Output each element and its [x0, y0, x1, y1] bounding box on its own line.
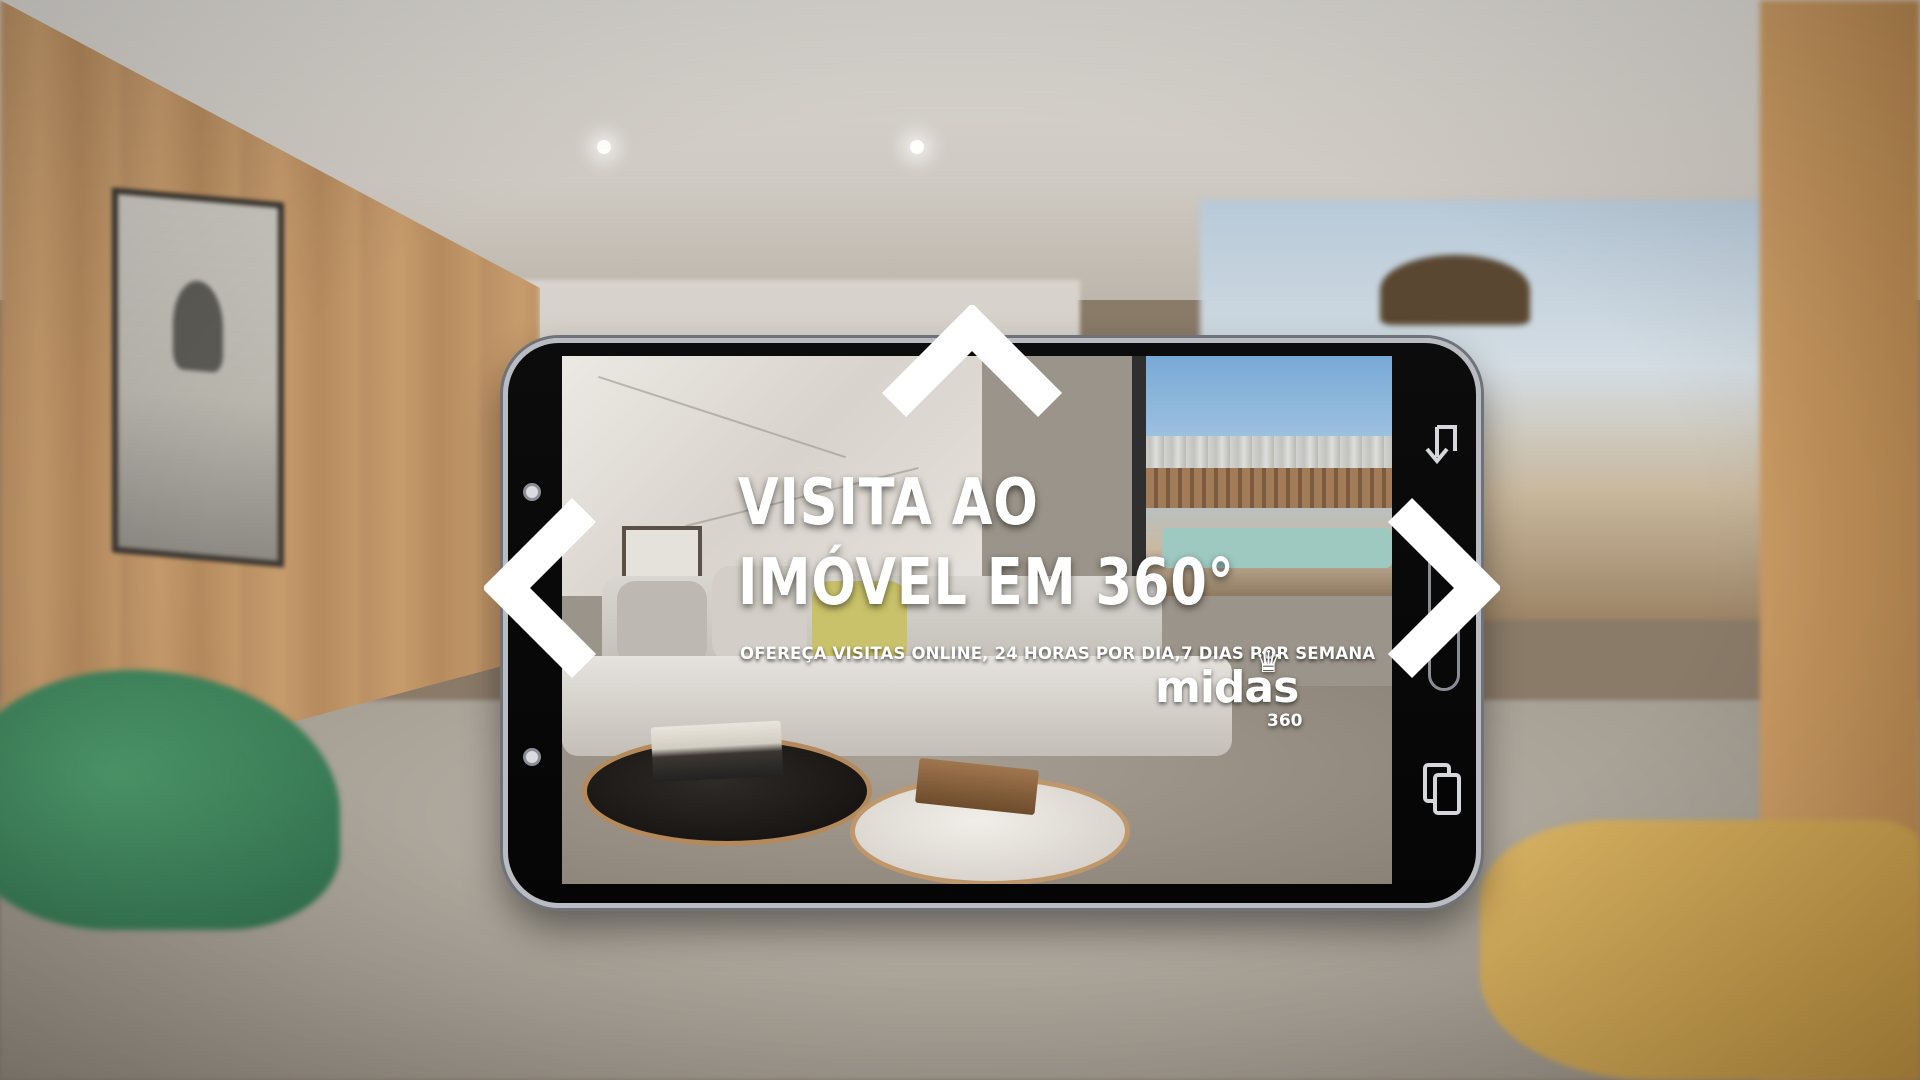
chevron-up-icon[interactable]	[880, 305, 1064, 421]
crown-icon: ♛	[1255, 645, 1282, 680]
logo-suffix: 360	[1267, 711, 1303, 731]
headline-line-2: IMÓVEL EM 360°	[738, 546, 1235, 620]
chevron-right-icon[interactable]	[1380, 496, 1500, 680]
chevron-left-icon[interactable]	[484, 496, 604, 680]
headline: VISITA AO IMÓVEL EM 360°	[738, 463, 1235, 623]
headline-line-1: VISITA AO	[738, 466, 1039, 540]
screen-book-stack	[650, 720, 784, 783]
back-arrow-icon[interactable]	[1423, 421, 1463, 474]
screen-pillow	[617, 581, 707, 666]
recent-apps-icon[interactable]	[1421, 761, 1463, 824]
midas-360-logo: ♛ midas 360	[1155, 645, 1303, 731]
phone-sensor-dot	[523, 748, 541, 766]
